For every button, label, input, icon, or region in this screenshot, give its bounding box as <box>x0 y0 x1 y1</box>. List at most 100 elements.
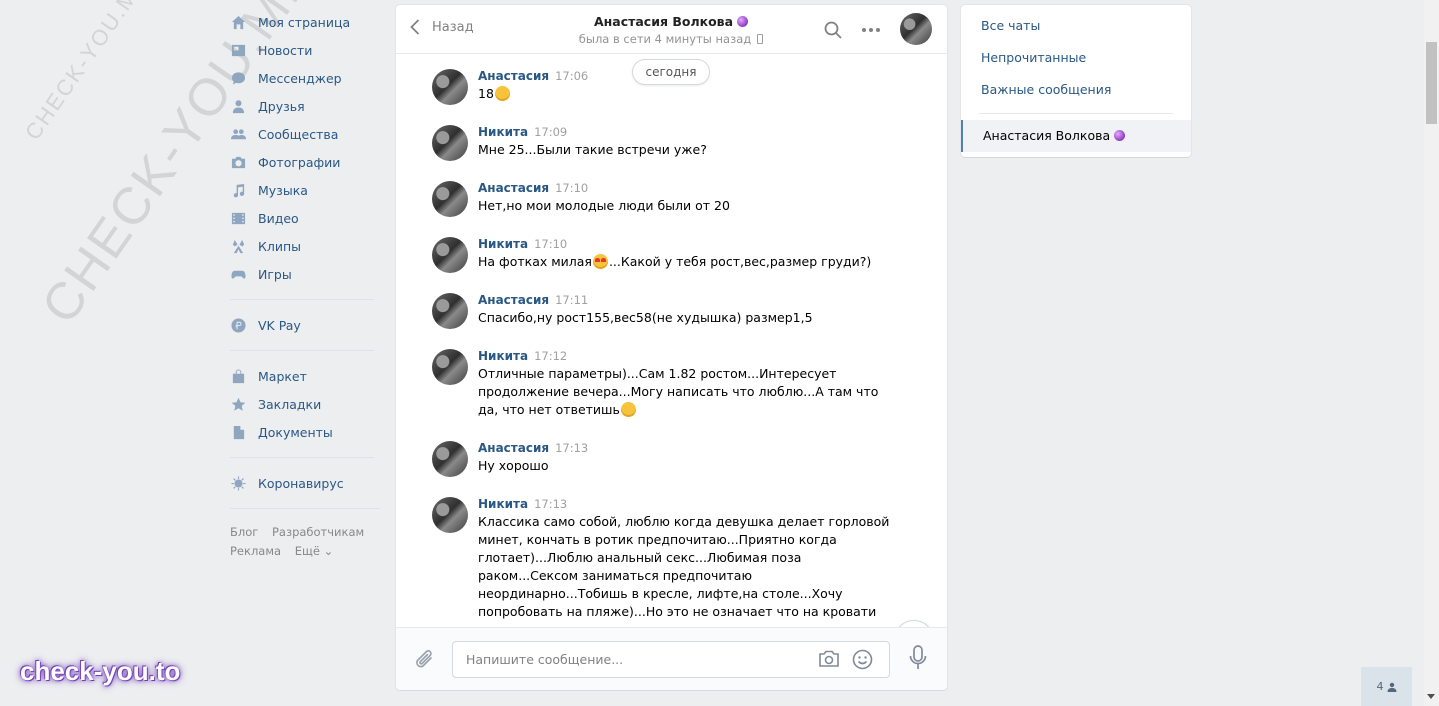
messenger-icon <box>230 70 246 86</box>
message-text-row: 18 <box>478 85 892 103</box>
online-count: 4 <box>1376 680 1384 693</box>
author-avatar[interactable] <box>432 349 468 385</box>
author-avatar[interactable] <box>432 69 468 105</box>
message-time: 17:10 <box>555 181 589 195</box>
gamepad-icon <box>230 266 246 282</box>
composer <box>396 627 947 690</box>
message-time: 17:13 <box>555 441 589 455</box>
chat-title[interactable]: Анастасия Волкова была в сети 4 минуты н… <box>546 14 796 46</box>
message-author[interactable]: Анастасия <box>478 441 549 455</box>
author-avatar[interactable] <box>432 237 468 273</box>
sidebar-item-coronavirus[interactable]: Коронавирус <box>230 469 380 497</box>
message-author[interactable]: Никита <box>478 497 528 511</box>
message-text: Классика само собой, люблю когда девушка… <box>478 513 892 627</box>
message-text: Отличные параметры)...Сам 1.82 ростом...… <box>478 365 892 419</box>
sidebar-item-news[interactable]: Новости <box>230 36 380 64</box>
message: Анастасия 17:06 18 <box>432 69 892 105</box>
message-author[interactable]: Анастасия <box>478 181 549 195</box>
sidebar-item-label: Друзья <box>258 98 305 114</box>
scrollbar-thumb[interactable] <box>1426 42 1437 124</box>
message-line: продолжение вечера...Могу написать что л… <box>478 384 879 399</box>
active-chat-item[interactable]: Анастасия Волкова <box>961 120 1191 152</box>
camera-icon <box>230 154 246 170</box>
scroll-down-arrow-icon[interactable] <box>1427 694 1435 699</box>
sidebar-item-documents[interactable]: Документы <box>230 418 380 446</box>
author-avatar[interactable] <box>432 293 468 329</box>
panel-divider <box>979 113 1173 114</box>
sidebar-item-vk-pay[interactable]: VK Pay <box>230 311 380 339</box>
chat-filter-panel: Все чаты Непрочитанные Важные сообщения … <box>961 5 1191 157</box>
message-author[interactable]: Никита <box>478 125 528 139</box>
sidebar-item-messenger[interactable]: Мессенджер <box>230 64 380 92</box>
sidebar-item-label: Моя страница <box>258 14 351 30</box>
message: Анастасия 17:11 Спасибо,ну рост155,вес58(… <box>432 293 892 329</box>
ruble-icon <box>230 317 246 333</box>
sidebar-item-video[interactable]: Видео <box>230 204 380 232</box>
scroll-to-bottom-button[interactable] <box>894 620 934 627</box>
sidebar-footer: Блог Разработчикам Реклама Ещё ⌄ <box>230 523 380 561</box>
message-time: 17:12 <box>534 349 568 363</box>
sidebar-item-photos[interactable]: Фотографии <box>230 148 380 176</box>
footer-link-ads[interactable]: Реклама <box>230 544 281 558</box>
message-time: 17:11 <box>555 293 589 307</box>
message: Никита 17:13 Классика само собой, люблю к… <box>432 497 892 627</box>
message-text-row: На фотках милая ...Какой у тебя рост,вес,… <box>478 253 892 271</box>
crystal-ball-emoji-icon <box>737 16 749 27</box>
communities-icon <box>230 126 246 142</box>
message-author[interactable]: Анастасия <box>478 293 549 307</box>
sidebar-item-label: Маркет <box>258 368 307 384</box>
filter-all-chats[interactable]: Все чаты <box>961 10 1191 42</box>
message-author[interactable]: Анастасия <box>478 69 549 83</box>
document-icon <box>230 424 246 440</box>
message: Никита 17:09 Мне 25...Были такие встречи … <box>432 125 892 161</box>
message-line: да, что нет ответишь <box>478 402 620 417</box>
sidebar-item-music[interactable]: Музыка <box>230 176 380 204</box>
person-icon <box>1387 682 1396 692</box>
message-author[interactable]: Никита <box>478 237 528 251</box>
active-chat-name: Анастасия Волкова <box>983 128 1111 143</box>
friends-icon <box>230 98 246 114</box>
contact-status: была в сети 4 минуты назад <box>578 32 752 46</box>
message-history[interactable]: сегодня Анастасия 17:06 18 Никита 17:09 Мн… <box>396 55 947 627</box>
message-text: 18 <box>478 86 494 101</box>
online-friends-button[interactable]: 4 <box>1361 667 1412 706</box>
sidebar-item-communities[interactable]: Сообщества <box>230 120 380 148</box>
search-icon[interactable] <box>823 20 843 40</box>
news-icon <box>230 42 246 58</box>
sidebar-divider <box>230 508 380 509</box>
page-scrollbar[interactable] <box>1424 0 1439 706</box>
sidebar-item-clips[interactable]: Клипы <box>230 232 380 260</box>
author-avatar[interactable] <box>432 181 468 217</box>
smile-icon[interactable] <box>852 649 873 670</box>
back-button[interactable]: Назад <box>410 19 474 35</box>
sidebar-item-label: Клипы <box>258 238 302 254</box>
message-line: попробовать на пляже)...Но это не означа… <box>478 604 877 627</box>
heart-eyes-emoji-icon <box>592 254 608 269</box>
message-text: Ну хорошо <box>478 458 549 473</box>
camera-icon[interactable] <box>818 649 840 669</box>
author-avatar[interactable] <box>432 497 468 533</box>
message-author[interactable]: Никита <box>478 349 528 363</box>
sidebar-item-label: Коронавирус <box>258 475 344 491</box>
author-avatar[interactable] <box>432 441 468 477</box>
message-text: Нет,но мои молодые люди были от 20 <box>478 198 730 213</box>
sidebar-item-games[interactable]: Игры <box>230 260 380 288</box>
message: Никита 17:12 Отличные параметры)...Сам 1.… <box>432 349 892 419</box>
author-avatar[interactable] <box>432 125 468 161</box>
sidebar-item-my-page[interactable]: Моя страница <box>230 8 380 36</box>
paperclip-icon[interactable] <box>414 648 436 672</box>
filter-unread[interactable]: Непрочитанные <box>961 42 1191 74</box>
footer-link-more[interactable]: Ещё ⌄ <box>295 544 333 558</box>
sidebar-item-market[interactable]: Маркет <box>230 362 380 390</box>
sidebar-item-friends[interactable]: Друзья <box>230 92 380 120</box>
footer-link-blog[interactable]: Блог <box>230 525 258 539</box>
contact-avatar[interactable] <box>900 13 932 45</box>
microphone-icon[interactable] <box>908 644 928 672</box>
message: Никита 17:10 На фотках милая ...Какой у те… <box>432 237 892 273</box>
filter-important[interactable]: Важные сообщения <box>961 74 1191 106</box>
flushed-emoji-icon <box>620 402 636 417</box>
more-icon[interactable] <box>860 20 882 40</box>
footer-link-developers[interactable]: Разработчикам <box>272 525 364 539</box>
sidebar-item-bookmarks[interactable]: Закладки <box>230 390 380 418</box>
watermark-small: CHECK-YOU.ME <box>20 0 153 145</box>
